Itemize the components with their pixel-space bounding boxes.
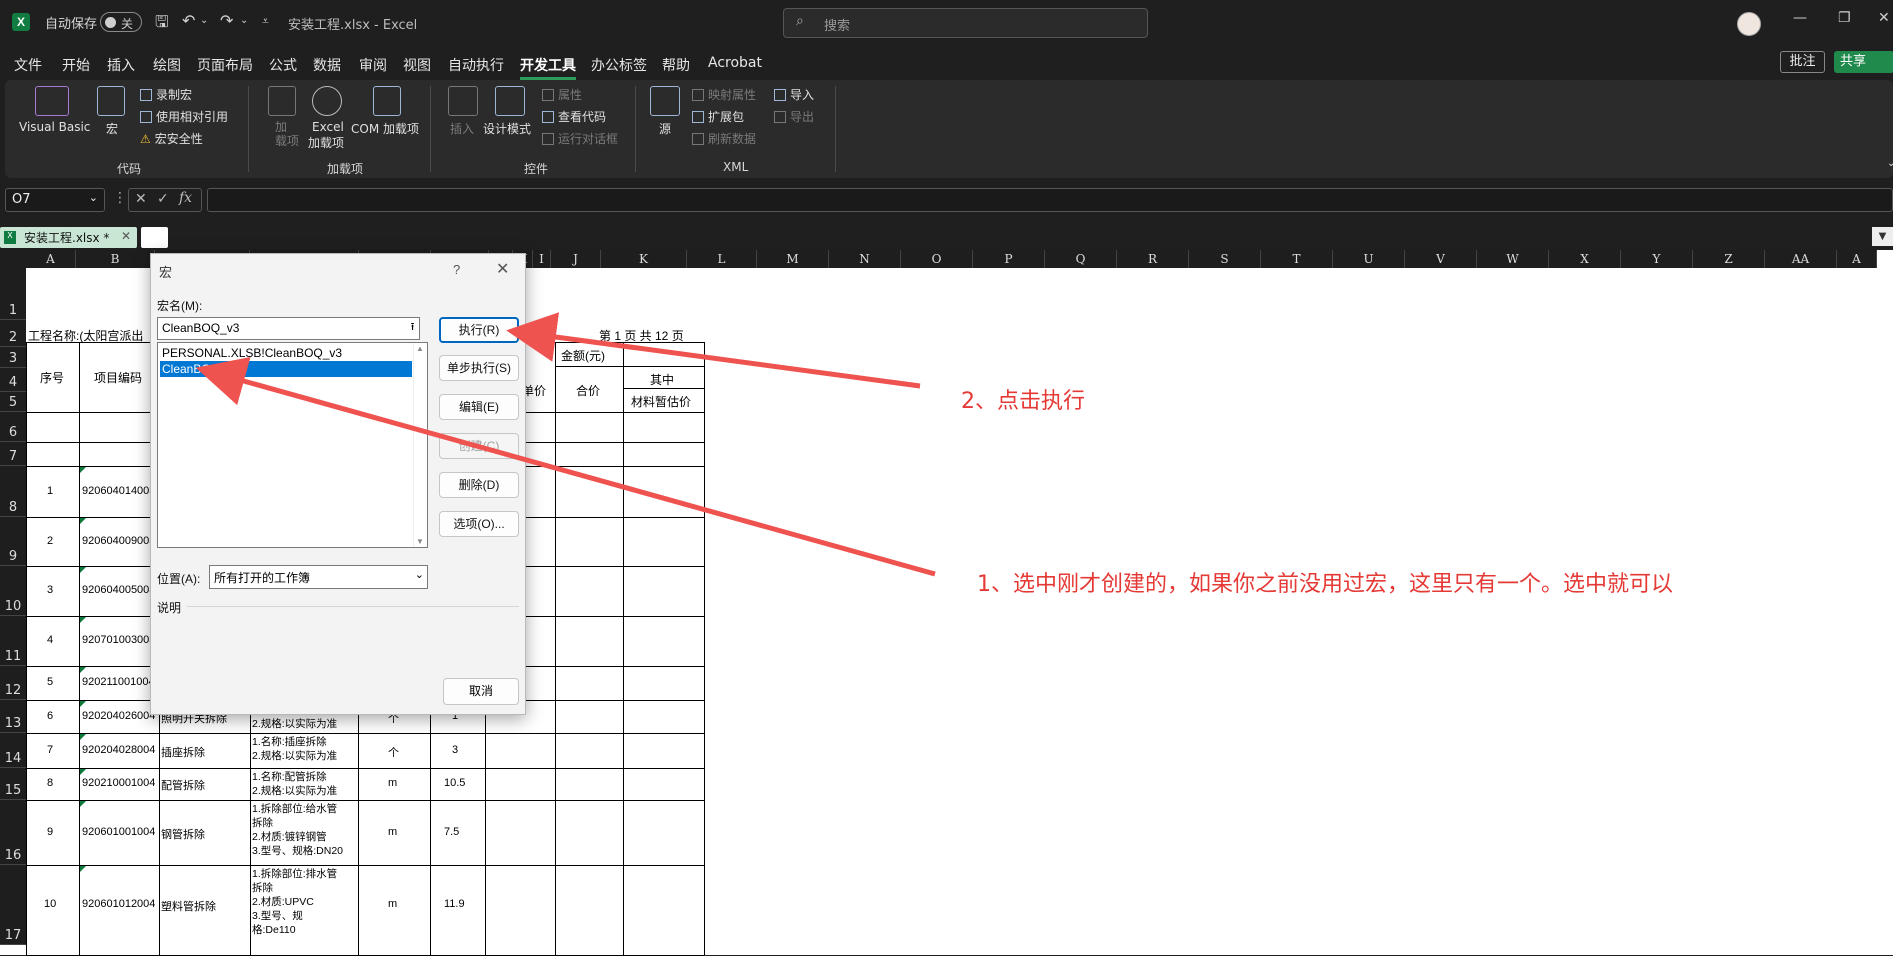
annotation-arrows (195, 312, 936, 577)
annotation-step2: 2、点击执行 (961, 389, 1085, 414)
annotation-step1: 1、选中刚才创建的，如果你之前没用过宏，这里只有一个。选中就可以 (977, 572, 1673, 597)
arrow-to-macro-item (195, 356, 936, 577)
arrow-to-run-button (506, 312, 921, 389)
